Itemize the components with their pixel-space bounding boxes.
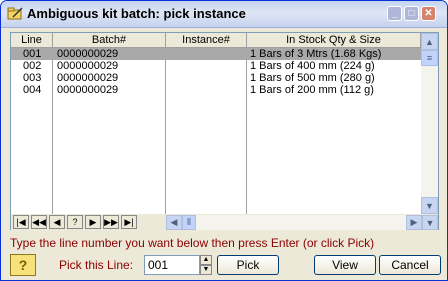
- view-button[interactable]: View: [314, 255, 376, 275]
- minimize-icon: _: [391, 8, 398, 19]
- pick-button[interactable]: Pick: [217, 255, 279, 275]
- title-bar[interactable]: Ambiguous kit batch: pick instance _ □ ✕: [1, 1, 447, 28]
- close-icon: ✕: [424, 8, 433, 19]
- window-title: Ambiguous kit batch: pick instance: [27, 6, 246, 21]
- arrow-down-icon: ▼: [425, 200, 434, 211]
- help-button[interactable]: ?: [10, 254, 36, 276]
- cell-batch: 0000000029: [57, 72, 119, 84]
- table-row[interactable]: 004 0000000029 1 Bars of 200 mm (112 g): [11, 84, 421, 96]
- cell-stock: 1 Bars of 400 mm (224 g): [250, 60, 375, 72]
- line-spinner[interactable]: ▲ ▼: [200, 255, 212, 275]
- cell-line: 002: [23, 60, 42, 72]
- cell-line: 004: [23, 84, 42, 96]
- column-header-stock[interactable]: In Stock Qty & Size: [247, 33, 421, 47]
- scroll-right-button[interactable]: ▶: [406, 215, 422, 230]
- scroll-left-button[interactable]: ◀: [166, 215, 182, 230]
- grip-icon: ⦀: [187, 217, 191, 227]
- pick-line-label: Pick this Line:: [59, 258, 134, 272]
- scroll-thumb[interactable]: ⦀: [182, 215, 196, 230]
- cell-line: 003: [23, 72, 42, 84]
- previous-page-button[interactable]: ◀◀: [31, 215, 47, 229]
- first-record-button[interactable]: |◀: [13, 215, 29, 229]
- table-row[interactable]: 001 0000000029 1 Bars of 3 Mtrs (1.68 Kg…: [11, 48, 421, 60]
- help-nav-button[interactable]: ?: [67, 215, 83, 229]
- dialog-window: Ambiguous kit batch: pick instance _ □ ✕…: [0, 0, 448, 281]
- spin-down-icon[interactable]: ▼: [200, 265, 212, 275]
- cell-batch: 0000000029: [57, 48, 119, 60]
- vertical-scrollbar[interactable]: ▲ ≡ ▼: [421, 33, 438, 214]
- cell-stock: 1 Bars of 3 Mtrs (1.68 Kgs): [250, 48, 382, 60]
- cancel-button[interactable]: Cancel: [379, 255, 441, 275]
- maximize-button[interactable]: □: [404, 6, 419, 21]
- arrow-left-icon: ◀: [170, 217, 178, 227]
- column-header-batch[interactable]: Batch#: [53, 33, 166, 47]
- cell-batch: 0000000029: [57, 60, 119, 72]
- cell-stock: 1 Bars of 200 mm (112 g): [250, 84, 374, 96]
- table-row[interactable]: 002 0000000029 1 Bars of 400 mm (224 g): [11, 60, 421, 72]
- arrow-up-icon: ▲: [425, 36, 434, 47]
- folder-pencil-icon: [7, 7, 23, 20]
- next-page-button[interactable]: ▶▶: [103, 215, 119, 229]
- table-row[interactable]: 003 0000000029 1 Bars of 500 mm (280 g): [11, 72, 421, 84]
- arrow-down-icon: ▼: [425, 217, 435, 228]
- next-record-button[interactable]: ▶: [85, 215, 101, 229]
- instruction-text: Type the line number you want below then…: [10, 236, 375, 250]
- previous-record-button[interactable]: ◀: [49, 215, 65, 229]
- grid-header: Line Batch# Instance# In Stock Qty & Siz…: [11, 33, 421, 48]
- arrow-right-icon: ▶: [410, 217, 418, 227]
- cell-stock: 1 Bars of 500 mm (280 g): [250, 72, 375, 84]
- pick-line-input[interactable]: [144, 255, 200, 275]
- last-record-button[interactable]: ▶|: [121, 215, 137, 229]
- maximize-icon: □: [408, 8, 415, 19]
- batch-grid[interactable]: Line Batch# Instance# In Stock Qty & Siz…: [10, 32, 439, 230]
- scroll-down-button[interactable]: ▼: [421, 197, 438, 214]
- record-navigator: |◀ ◀◀ ◀ ? ▶ ▶▶ ▶| ◀ ⦀ ▶ ▼: [11, 214, 438, 230]
- column-header-line[interactable]: Line: [11, 33, 53, 47]
- column-header-instance[interactable]: Instance#: [166, 33, 247, 47]
- minimize-button[interactable]: _: [387, 6, 402, 21]
- spin-up-icon[interactable]: ▲: [200, 255, 212, 265]
- scroll-up-button[interactable]: ▲: [421, 33, 438, 50]
- grip-icon: ≡: [426, 53, 433, 63]
- scroll-thumb[interactable]: ≡: [421, 50, 438, 66]
- cell-line: 001: [23, 48, 42, 60]
- close-button[interactable]: ✕: [421, 6, 436, 21]
- horizontal-scrollbar[interactable]: ◀ ⦀ ▶ ▼: [166, 215, 438, 230]
- scroll-down-button[interactable]: ▼: [422, 215, 438, 230]
- cell-batch: 0000000029: [57, 84, 119, 96]
